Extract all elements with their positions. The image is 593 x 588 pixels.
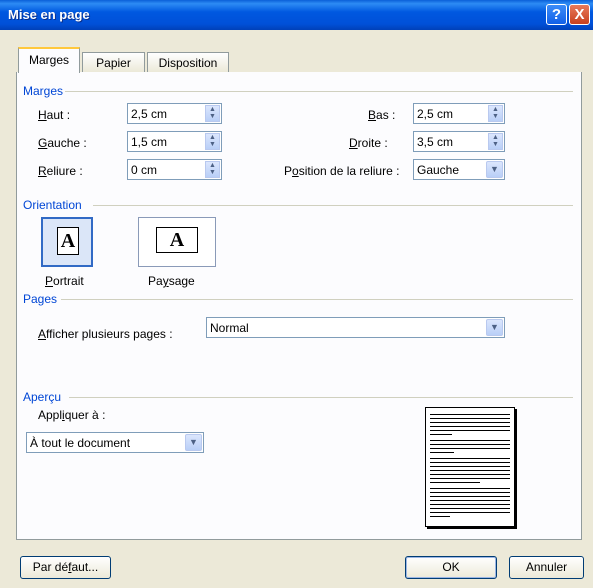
reliure-label: Reliure : — [38, 164, 83, 178]
portrait-label: Portrait — [45, 274, 84, 288]
help-icon[interactable]: ? — [546, 4, 567, 25]
gauche-value: 1,5 cm — [131, 135, 168, 149]
bas-label: Bas : — [368, 108, 396, 122]
separator — [93, 205, 573, 206]
spin-arrows-icon[interactable]: ▲ ▼ — [488, 133, 503, 150]
afficher-plusieurs-pages-value: Normal — [210, 321, 249, 335]
position-reliure-label: Position de la reliure : — [284, 164, 400, 178]
appliquer-value: À tout le document — [30, 436, 131, 450]
reliure-spinner[interactable]: 0 cm ▲ ▼ — [127, 159, 222, 180]
tab-disposition-label: Disposition — [158, 56, 218, 70]
tab-papier[interactable]: Papier — [82, 52, 145, 72]
position-reliure-value: Gauche — [417, 163, 460, 177]
spin-arrows-icon[interactable]: ▲ ▼ — [205, 161, 220, 178]
chevron-down-icon[interactable]: ▼ — [185, 434, 202, 451]
paysage-label: Paysage — [148, 274, 195, 288]
section-apercu: Aperçu — [23, 390, 62, 404]
ok-button[interactable]: OK — [405, 556, 497, 579]
reliure-value: 0 cm — [131, 163, 158, 177]
tab-marges-label: Marges — [28, 53, 69, 67]
annuler-button[interactable]: Annuler — [509, 556, 584, 579]
section-marges: Marges — [23, 84, 64, 98]
landscape-page-icon: A — [156, 227, 198, 253]
separator — [61, 299, 573, 300]
portrait-option[interactable]: A — [41, 217, 93, 267]
tab-papier-label: Papier — [96, 56, 131, 70]
gauche-spinner[interactable]: 1,5 cm ▲ ▼ — [127, 131, 222, 152]
haut-value: 2,5 cm — [131, 107, 168, 121]
bas-value: 2,5 cm — [417, 107, 454, 121]
window-title: Mise en page — [8, 7, 90, 22]
close-icon[interactable]: X — [569, 4, 590, 25]
page-setup-dialog: { "window": { "title": "Mise en page", "… — [0, 0, 593, 588]
bas-spinner[interactable]: 2,5 cm ▲ ▼ — [413, 103, 505, 124]
appliquer-select[interactable]: À tout le document ▼ — [26, 432, 204, 453]
section-pages: Pages — [23, 292, 58, 306]
gauche-label: Gauche : — [38, 136, 87, 150]
haut-label: Haut : — [38, 108, 71, 122]
afficher-plusieurs-pages-select[interactable]: Normal ▼ — [206, 317, 505, 338]
spin-arrows-icon[interactable]: ▲ ▼ — [205, 133, 220, 150]
droite-spinner[interactable]: 3,5 cm ▲ ▼ — [413, 131, 505, 152]
haut-spinner[interactable]: 2,5 cm ▲ ▼ — [127, 103, 222, 124]
droite-value: 3,5 cm — [417, 135, 454, 149]
separator — [65, 91, 573, 92]
tab-disposition[interactable]: Disposition — [147, 52, 229, 72]
afficher-plusieurs-pages-label: Afficher plusieurs pages : — [38, 327, 173, 341]
par-defaut-button[interactable]: Par défaut... — [20, 556, 111, 579]
chevron-down-icon[interactable]: ▼ — [486, 319, 503, 336]
tab-marges[interactable]: Marges — [18, 47, 80, 73]
position-reliure-select[interactable]: Gauche ▼ — [413, 159, 505, 180]
chevron-down-icon[interactable]: ▼ — [486, 161, 503, 178]
separator — [69, 397, 573, 398]
appliquer-label: Appliquer à : — [38, 408, 106, 422]
section-orientation: Orientation — [23, 198, 82, 212]
page-preview — [425, 407, 515, 527]
paysage-option[interactable]: A — [138, 217, 216, 267]
spin-arrows-icon[interactable]: ▲ ▼ — [488, 105, 503, 122]
title-bar: Mise en page ? X — [0, 0, 593, 30]
droite-label: Droite : — [349, 136, 388, 150]
spin-arrows-icon[interactable]: ▲ ▼ — [205, 105, 220, 122]
portrait-page-icon: A — [57, 227, 79, 255]
